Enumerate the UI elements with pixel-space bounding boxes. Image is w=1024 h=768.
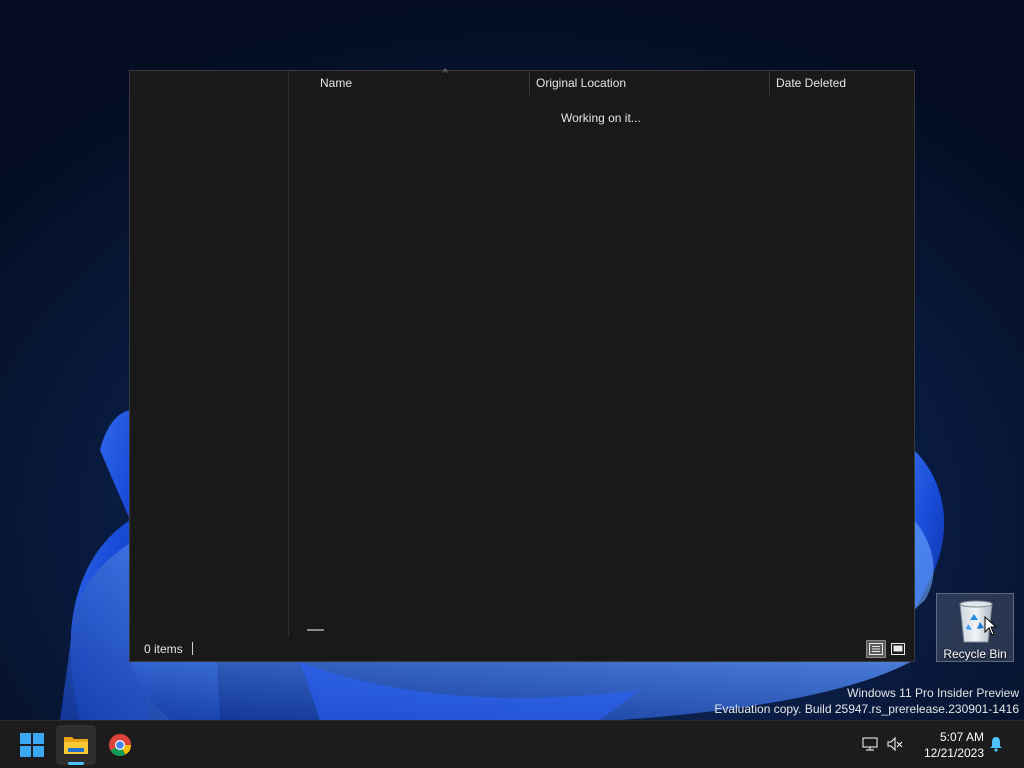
file-list-pane[interactable]: Name ^ Original Location Date Deleted Wo… [289,68,915,637]
evaluation-watermark: Windows 11 Pro Insider Preview Evaluatio… [714,685,1019,717]
status-bar: 0 items [130,637,914,661]
windows-start-icon [20,733,44,757]
recycle-bin-window: Name ^ Original Location Date Deleted Wo… [129,68,915,662]
column-name-label: Name [320,76,353,90]
taskbar-file-explorer-button[interactable] [56,725,96,765]
desktop-icon-recycle-bin[interactable]: Recycle Bin [936,593,1014,662]
item-count: 0 items [144,642,183,656]
column-header-name[interactable]: Name ^ [315,68,529,95]
notification-bell-icon[interactable] [989,736,1003,752]
taskbar-chrome-button[interactable] [100,725,140,765]
large-icons-view-button[interactable] [888,640,908,658]
mouse-cursor-icon [984,616,998,636]
active-app-indicator [68,762,84,765]
details-view-icon [869,643,883,655]
desktop-icon-label: Recycle Bin [943,647,1007,661]
column-header-original-location[interactable]: Original Location [529,71,769,95]
sort-ascending-icon: ^ [443,68,448,79]
clock-date: 12/21/2023 [923,746,984,760]
file-explorer-icon [64,737,88,754]
column-original-location-label: Original Location [536,76,627,90]
system-clock[interactable]: 5:07 AM 12/21/2023 [912,729,984,761]
watermark-line-1: Windows 11 Pro Insider Preview [847,686,1019,700]
chrome-icon [109,734,131,756]
watermark-line-2: Evaluation copy. Build 25947.rs_prerelea… [714,702,1019,716]
column-header-date-deleted[interactable]: Date Deleted [769,71,915,95]
volume-muted-icon[interactable] [887,736,903,752]
large-icons-view-icon [891,643,905,655]
start-button[interactable] [12,725,52,765]
status-divider [192,642,193,655]
loading-message: Working on it... [561,111,641,125]
navigation-pane[interactable] [130,71,289,637]
clock-time: 5:07 AM [939,730,984,744]
column-date-deleted-label: Date Deleted [776,76,847,90]
details-view-button[interactable] [866,640,886,658]
taskbar: 5:07 AM 12/21/2023 [0,720,1024,768]
horizontal-scrollbar[interactable] [307,629,324,631]
network-icon[interactable] [862,736,878,752]
